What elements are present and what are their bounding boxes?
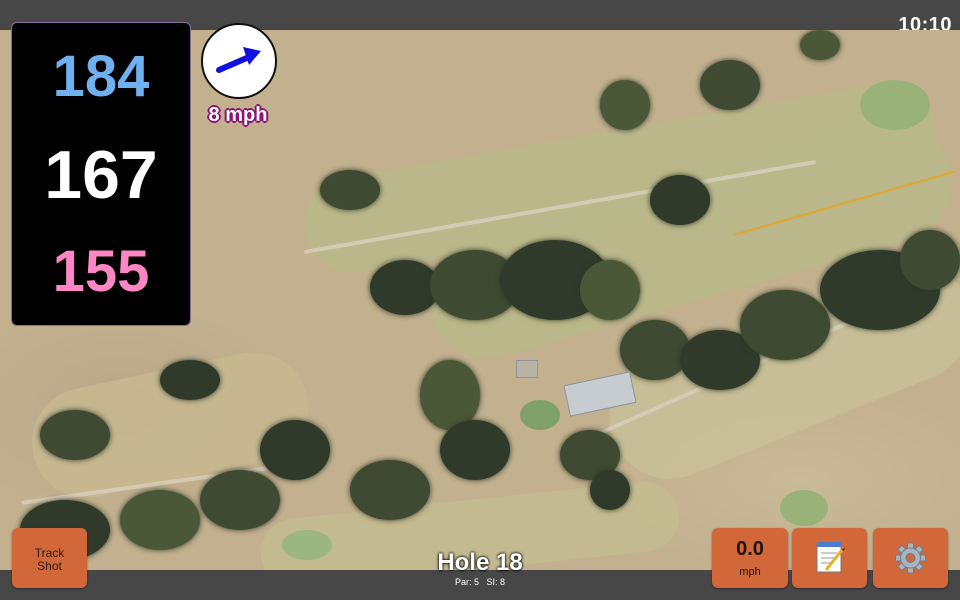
wind-arrow-icon xyxy=(216,47,261,73)
hole-title: Hole 18 xyxy=(437,549,523,576)
hole-stroke-index: SI: 8 xyxy=(486,577,506,587)
hole-par: Par: 5 xyxy=(454,577,479,587)
track-shot-label-line1: Track xyxy=(34,546,65,560)
track-shot-button[interactable]: Track Shot xyxy=(12,528,87,588)
distance-panel: 184 167 155 xyxy=(11,22,191,326)
track-shot-label-line2: Shot xyxy=(37,559,62,573)
notepad-icon xyxy=(816,542,845,573)
settings-button[interactable] xyxy=(873,528,948,588)
hole-details: Par: 5 SI: 8 xyxy=(380,577,580,587)
middle-distance: 167 xyxy=(44,137,158,213)
wind-speed-label: 8 mph xyxy=(208,104,268,126)
speed-value: 0.0 xyxy=(736,538,764,560)
wind-indicator xyxy=(201,23,277,99)
notes-button[interactable] xyxy=(792,528,867,588)
gear-icon xyxy=(895,542,926,574)
back-distance: 184 xyxy=(52,44,150,109)
front-distance: 155 xyxy=(52,239,150,304)
speed-unit: mph xyxy=(739,566,761,578)
speed-button[interactable]: 0.0 mph xyxy=(712,528,788,588)
